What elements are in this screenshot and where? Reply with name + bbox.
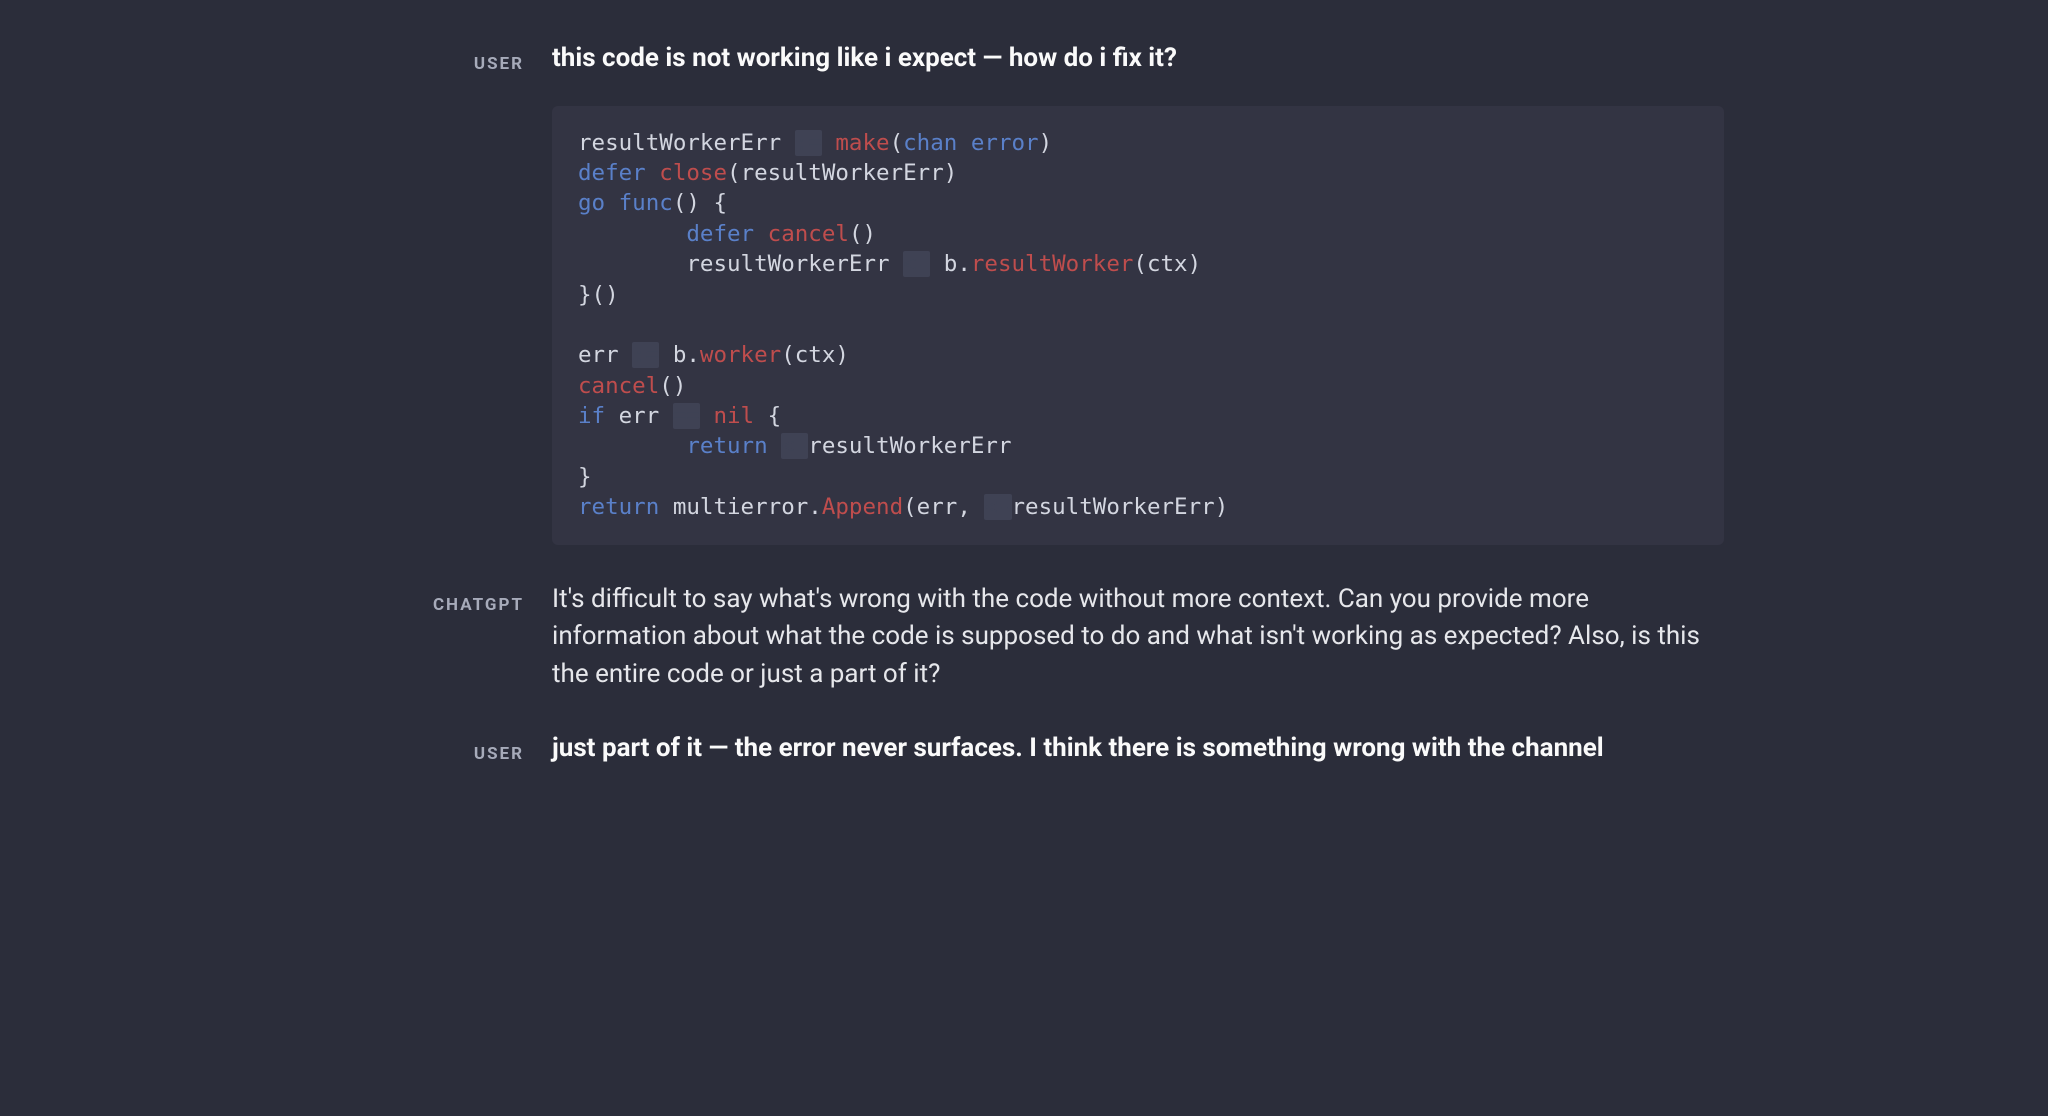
code-token [754, 403, 768, 429]
message-column: It's difficult to say what's wrong with … [552, 581, 1724, 694]
code-token: <- [984, 494, 1011, 520]
code-token: go [578, 190, 605, 216]
role-column: USER [324, 40, 552, 80]
code-token: () [673, 190, 700, 216]
code-token: err [605, 403, 673, 429]
code-token [768, 433, 782, 459]
code-token: multierror [659, 494, 808, 520]
message-row: CHATGPT It's difficult to say what's wro… [324, 581, 1724, 694]
code-token: ( [727, 160, 741, 186]
code-token [700, 403, 714, 429]
code-token: if [578, 403, 605, 429]
code-token: ) [1215, 494, 1229, 520]
code-token: err [917, 494, 958, 520]
code-token: Append [822, 494, 903, 520]
code-token: b [930, 251, 957, 277]
code-token [957, 130, 971, 156]
message-row: USER just part of it — the error never s… [324, 730, 1724, 770]
code-token: ( [781, 342, 795, 368]
code-token: return [686, 433, 767, 459]
code-token [578, 221, 686, 247]
code-token: ) [835, 342, 849, 368]
code-token [646, 160, 660, 186]
code-token: ) [1188, 251, 1202, 277]
code-token: }() [578, 282, 619, 308]
code-token: func [619, 190, 673, 216]
code-token: () [659, 373, 686, 399]
code-token [822, 130, 836, 156]
code-token [578, 251, 686, 277]
code-token [605, 190, 619, 216]
code-token: resultWorkerErr [578, 130, 795, 156]
code-token: nil [713, 403, 754, 429]
code-token: <- [781, 433, 808, 459]
code-token: ctx [1147, 251, 1188, 277]
code-token [578, 433, 686, 459]
code-block: resultWorkerErr := make(chan error)defer… [552, 106, 1724, 545]
code-token: := [795, 130, 822, 156]
code-token: . [686, 342, 700, 368]
code-token: close [659, 160, 727, 186]
code-token: make [835, 130, 889, 156]
code-token: := [632, 342, 659, 368]
code-token: ctx [795, 342, 836, 368]
code-token: } [578, 464, 592, 490]
code-token: cancel [578, 373, 659, 399]
code-token: ( [890, 130, 904, 156]
code-token: err [578, 342, 632, 368]
code-token: ) [1039, 130, 1053, 156]
message-column: just part of it — the error never surfac… [552, 730, 1724, 768]
chat-transcript: USER this code is not working like i exp… [264, 0, 1784, 866]
code-token: . [957, 251, 971, 277]
code-token: . [808, 494, 822, 520]
message-column: this code is not working like i expect —… [552, 40, 1724, 545]
code-token: ( [1133, 251, 1147, 277]
code-token: resultWorkerErr [808, 433, 1011, 459]
code-token: resultWorkerErr [686, 251, 903, 277]
code-token: { [713, 190, 727, 216]
role-label-user: USER [474, 744, 524, 764]
code-token [700, 190, 714, 216]
code-token: () [849, 221, 876, 247]
code-token: ( [903, 494, 917, 520]
code-token: return [578, 494, 659, 520]
code-token: b [659, 342, 686, 368]
code-token: { [768, 403, 782, 429]
code-token: , [957, 494, 984, 520]
role-column: USER [324, 730, 552, 770]
code-token: worker [700, 342, 781, 368]
user-message-text: this code is not working like i expect —… [552, 40, 1724, 78]
message-row: USER this code is not working like i exp… [324, 40, 1724, 545]
user-message-text: just part of it — the error never surfac… [552, 730, 1724, 768]
code-token: cancel [768, 221, 849, 247]
code-token: defer [686, 221, 754, 247]
code-token: resultWorkerErr [1012, 494, 1215, 520]
code-token [754, 221, 768, 247]
role-column: CHATGPT [324, 581, 552, 621]
code-token: <- [903, 251, 930, 277]
code-token: == [673, 403, 700, 429]
role-label-assistant: CHATGPT [433, 595, 524, 615]
code-token: resultWorker [971, 251, 1134, 277]
code-token: resultWorkerErr [741, 160, 944, 186]
code-token: ) [944, 160, 958, 186]
code-token: chan [903, 130, 957, 156]
code-token: defer [578, 160, 646, 186]
assistant-message-text: It's difficult to say what's wrong with … [552, 581, 1724, 694]
role-label-user: USER [474, 54, 524, 74]
code-token [578, 312, 592, 338]
code-token: error [971, 130, 1039, 156]
